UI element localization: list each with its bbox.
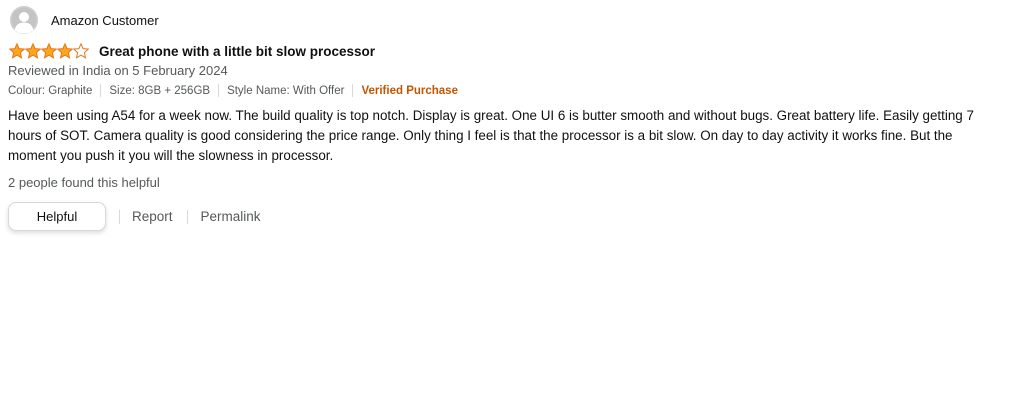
review-body: Have been using A54 for a week now. The … [8, 108, 974, 163]
divider [119, 209, 120, 224]
star-empty-icon [73, 43, 89, 59]
variant-colour[interactable]: Colour: Graphite [8, 85, 92, 97]
reviewer-profile[interactable]: Amazon Customer [10, 6, 159, 34]
divider [352, 84, 354, 97]
review-card: Amazon Customer Great phone with a littl… [0, 0, 1020, 400]
divider [218, 84, 220, 97]
review-title[interactable]: Great phone with a little bit slow proce… [99, 44, 375, 59]
review-date: Reviewed in India on 5 February 2024 [8, 63, 228, 78]
permalink-link[interactable]: Permalink [201, 209, 261, 224]
review-actions: Helpful Report Permalink [8, 201, 261, 232]
divider [100, 84, 102, 97]
review-title-row: Great phone with a little bit slow proce… [9, 42, 375, 60]
star-filled-icon [25, 43, 41, 59]
star-filled-icon [57, 43, 73, 59]
verified-purchase-badge: Verified Purchase [361, 84, 458, 97]
star-rating[interactable] [9, 43, 89, 59]
star-filled-icon [9, 43, 25, 59]
variant-style[interactable]: Style Name: With Offer [227, 85, 344, 97]
star-filled-icon [41, 43, 57, 59]
helpful-count: 2 people found this helpful [8, 175, 160, 190]
divider [186, 209, 188, 224]
helpful-button[interactable]: Helpful [8, 202, 106, 231]
variant-size[interactable]: Size: 8GB + 256GB [109, 85, 210, 97]
user-silhouette-icon [10, 6, 38, 34]
reviewer-name[interactable]: Amazon Customer [51, 13, 159, 28]
variant-info: Colour: Graphite Size: 8GB + 256GB Style… [8, 84, 458, 97]
report-link[interactable]: Report [132, 209, 173, 224]
